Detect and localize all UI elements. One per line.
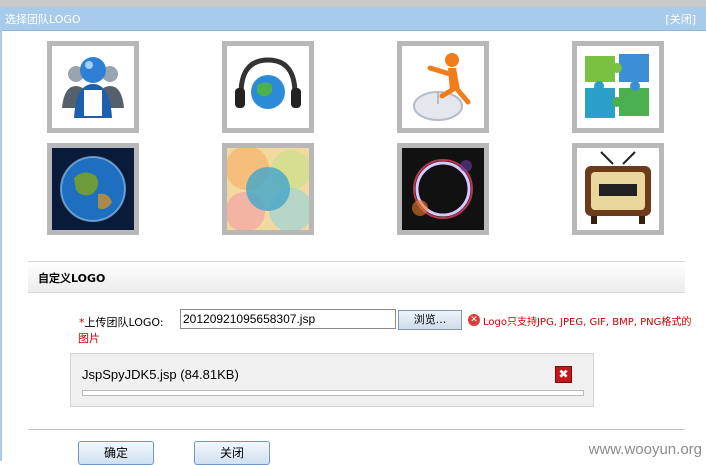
confirm-button[interactable]: 确定 <box>78 441 154 465</box>
logo-option-team-users[interactable] <box>47 41 139 133</box>
light-ring-icon <box>402 148 484 230</box>
logo-option-bokeh[interactable] <box>222 143 314 235</box>
format-error-message-cont: 图片 <box>78 332 100 345</box>
uploaded-file-label: JspSpyJDK5.jsp (84.81KB) <box>82 367 239 382</box>
upload-progress-bar <box>82 390 584 396</box>
watermark: www.wooyun.org <box>588 441 702 458</box>
window-top-strip <box>0 0 706 7</box>
custom-logo-section-header: 自定义LOGO <box>28 261 685 293</box>
close-link[interactable]: [关闭] <box>665 11 696 27</box>
close-button[interactable]: 关闭 <box>194 441 270 465</box>
television-icon <box>585 151 651 224</box>
logo-option-headphones[interactable] <box>222 41 314 133</box>
delete-file-button[interactable]: ✖ <box>555 366 572 383</box>
file-path-input[interactable]: 20120921095658307.jsp <box>180 309 396 329</box>
dialog-title: 选择团队LOGO <box>5 13 81 26</box>
headphones-globe-icon <box>235 57 301 109</box>
format-error-message: Logo只支持JPG, JPEG, GIF, BMP, PNG格式的 <box>483 317 692 328</box>
logo-option-puzzle[interactable] <box>572 41 664 133</box>
divider <box>28 429 685 430</box>
dialog-title-bar: 选择团队LOGO [关闭] <box>0 7 706 31</box>
upload-label-text: 上传团队LOGO: <box>84 316 164 329</box>
logo-option-light-ring[interactable] <box>397 143 489 235</box>
browse-button[interactable]: 浏览... <box>398 310 462 330</box>
person-mouse-icon <box>413 53 471 121</box>
upload-logo-label: *上传团队LOGO: <box>79 314 164 330</box>
earth-icon <box>52 148 134 230</box>
logo-option-earth[interactable] <box>47 143 139 235</box>
left-border <box>0 30 2 461</box>
logo-option-person-mouse[interactable] <box>397 41 489 133</box>
close-icon: ✖ <box>558 367 569 381</box>
section-title: 自定义LOGO <box>38 272 106 285</box>
bokeh-circles-icon <box>227 148 309 230</box>
team-users-icon <box>62 57 124 118</box>
logo-option-television[interactable] <box>572 143 664 235</box>
upload-queue-item: JspSpyJDK5.jsp (84.81KB) ✖ <box>70 353 594 407</box>
puzzle-icon <box>585 54 649 118</box>
error-icon: ✕ <box>468 314 480 326</box>
